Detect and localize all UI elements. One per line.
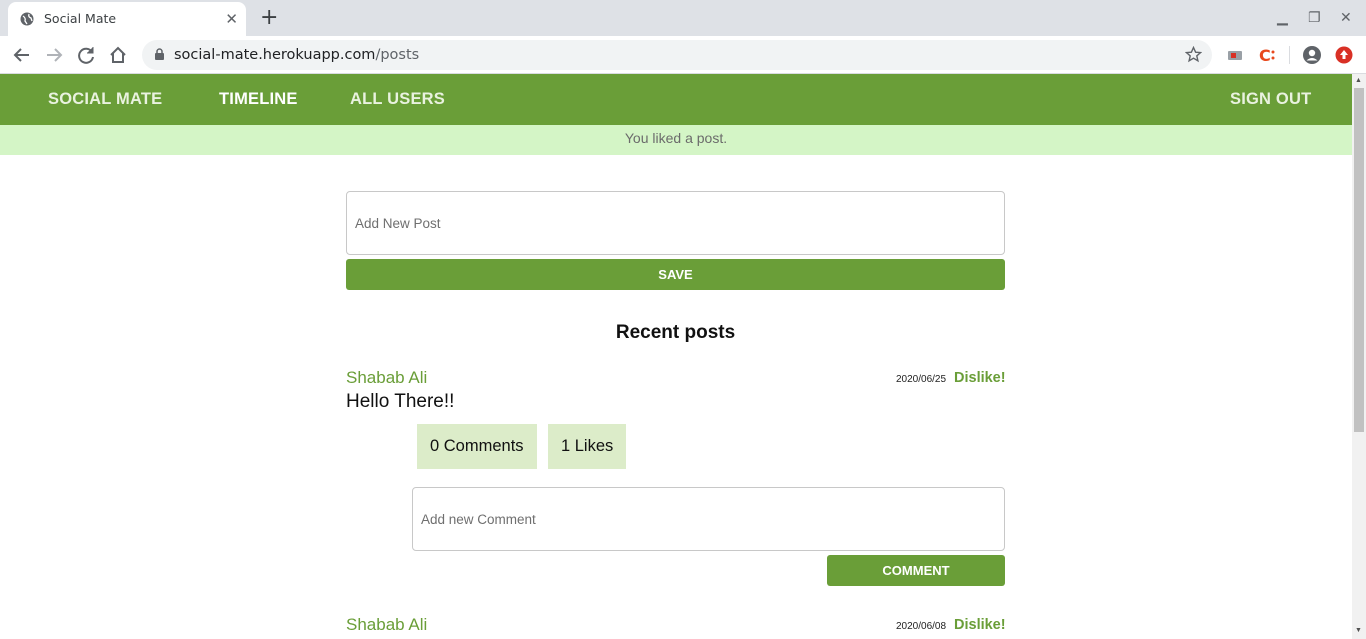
scroll-down-icon[interactable]: ▼: [1355, 627, 1362, 634]
update-icon[interactable]: [1334, 45, 1354, 65]
url-path: /posts: [375, 47, 420, 63]
svg-text:C: C: [1259, 46, 1271, 65]
restore-icon[interactable]: ❐: [1308, 10, 1321, 26]
profile-icon[interactable]: [1302, 45, 1322, 65]
browser-toolbar: social-mate.herokuapp.com/posts C: [0, 36, 1366, 74]
dislike-link[interactable]: Dislike!: [954, 370, 1006, 386]
window-close-icon[interactable]: ✕: [1340, 10, 1352, 26]
new-tab-icon[interactable]: +: [260, 6, 278, 30]
toolbar-divider: [1289, 46, 1290, 64]
address-bar[interactable]: social-mate.herokuapp.com/posts: [142, 40, 1212, 70]
url-text: social-mate.herokuapp.com/posts: [174, 47, 419, 63]
url-host: social-mate.herokuapp.com: [174, 47, 376, 63]
flash-notice: You liked a post.: [0, 125, 1352, 155]
post-author-link[interactable]: Shabab Ali: [346, 368, 427, 388]
back-icon[interactable]: [11, 44, 33, 66]
post-author-link[interactable]: Shabab Ali: [346, 615, 427, 635]
comment-button[interactable]: COMMENT: [827, 555, 1005, 586]
bookmark-star-icon[interactable]: [1185, 46, 1202, 63]
tab-close-icon[interactable]: ✕: [225, 11, 238, 27]
top-navbar: SOCIAL MATE TIMELINE ALL USERS SIGN OUT: [0, 74, 1352, 125]
scrollbar-thumb[interactable]: [1354, 88, 1364, 432]
page-content: SOCIAL MATE TIMELINE ALL USERS SIGN OUT …: [0, 74, 1352, 639]
page-scrollbar[interactable]: ▲ ▼: [1352, 74, 1366, 639]
likes-count[interactable]: 1 Likes: [548, 424, 627, 469]
recent-posts-heading: Recent posts: [615, 322, 736, 343]
comments-count[interactable]: 0 Comments: [417, 424, 537, 469]
minimize-icon[interactable]: ▁: [1277, 10, 1288, 26]
timeline-link[interactable]: TIMELINE: [219, 90, 298, 109]
coupon-extension-icon[interactable]: C: [1257, 45, 1277, 65]
reload-icon[interactable]: [75, 44, 97, 66]
browser-tab-bar: Social Mate ✕ + ▁ ❐ ✕: [0, 0, 1366, 36]
browser-tab[interactable]: Social Mate ✕: [8, 2, 246, 36]
post-content: Hello There!!: [346, 391, 455, 412]
new-comment-input[interactable]: [412, 487, 1005, 551]
home-icon[interactable]: [107, 44, 129, 66]
post-date: 2020/06/08: [896, 621, 947, 632]
cast-extension-icon[interactable]: [1225, 45, 1245, 65]
dislike-link[interactable]: Dislike!: [954, 617, 1006, 633]
forward-icon[interactable]: [43, 44, 65, 66]
brand-link[interactable]: SOCIAL MATE: [48, 90, 162, 109]
sign-out-link[interactable]: SIGN OUT: [1230, 90, 1311, 109]
globe-icon: [20, 12, 34, 26]
lock-icon: [155, 48, 164, 60]
tab-title: Social Mate: [44, 11, 117, 26]
save-button[interactable]: SAVE: [346, 259, 1005, 290]
post-date: 2020/06/25: [896, 374, 947, 385]
all-users-link[interactable]: ALL USERS: [350, 90, 445, 109]
scroll-up-icon[interactable]: ▲: [1355, 77, 1362, 84]
new-post-input[interactable]: [346, 191, 1005, 255]
